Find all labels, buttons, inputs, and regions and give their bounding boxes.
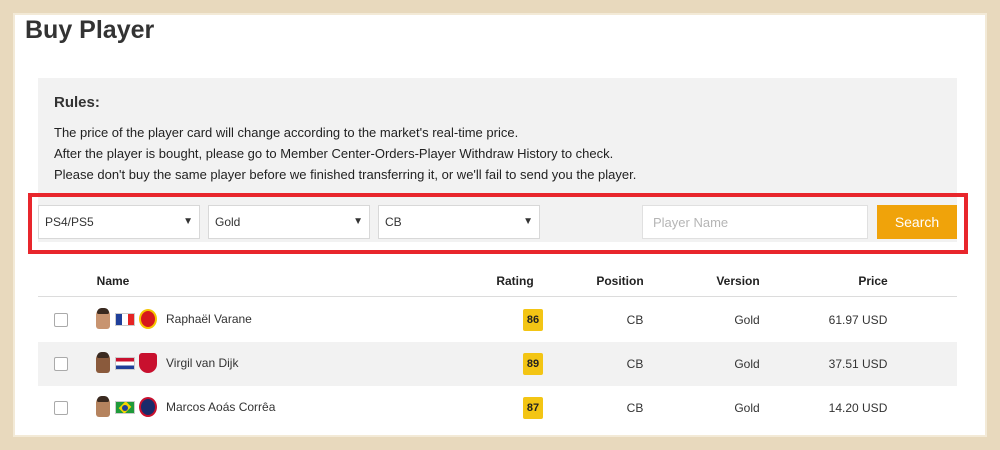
price-cell: 61.97 USD [828, 313, 888, 327]
page-title: Buy Player [25, 16, 155, 44]
rules-line: The price of the player card will change… [54, 125, 519, 140]
column-header-version: Version [716, 274, 760, 288]
rules-line: Please don't buy the same player before … [54, 167, 637, 182]
platform-select[interactable]: PS4/PS5 ▼ [38, 205, 200, 239]
table-row[interactable]: Virgil van Dijk 89 CB Gold 37.51 USD [38, 342, 957, 386]
column-header-rating: Rating [496, 274, 534, 288]
column-header-name: Name [96, 274, 130, 288]
table-row[interactable]: Marcos Aoás Corrêa 87 CB Gold 14.20 USD [38, 386, 957, 430]
position-select-value: CB [385, 215, 402, 229]
psg-crest-icon [139, 397, 157, 417]
position-cell: CB [626, 401, 644, 415]
rules-heading: Rules: [54, 94, 100, 111]
rating-badge: 87 [523, 397, 543, 419]
version-cell: Gold [734, 357, 760, 371]
position-select[interactable]: CB ▼ [378, 205, 540, 239]
row-checkbox[interactable] [54, 313, 68, 327]
chevron-down-icon: ▼ [183, 216, 193, 227]
platform-select-value: PS4/PS5 [45, 215, 94, 229]
version-select-value: Gold [215, 215, 241, 229]
position-cell: CB [626, 357, 644, 371]
netherlands-flag-icon [115, 357, 135, 370]
player-name: Virgil van Dijk [166, 356, 239, 370]
table-header-divider [38, 296, 957, 297]
chevron-down-icon: ▼ [353, 216, 363, 227]
brazil-flag-icon [115, 401, 135, 414]
row-checkbox[interactable] [54, 357, 68, 371]
france-flag-icon [115, 313, 135, 326]
position-cell: CB [626, 313, 644, 327]
version-select[interactable]: Gold ▼ [208, 205, 370, 239]
search-button[interactable]: Search [877, 205, 957, 239]
chevron-down-icon: ▼ [523, 216, 533, 227]
column-header-position: Position [596, 274, 644, 288]
player-face-icon [96, 396, 110, 417]
rules-line: After the player is bought, please go to… [54, 146, 614, 161]
player-face-icon [96, 308, 110, 329]
manchester-united-crest-icon [139, 309, 157, 329]
version-cell: Gold [734, 401, 760, 415]
table-row[interactable]: Raphaël Varane 86 CB Gold 61.97 USD [38, 298, 957, 342]
row-checkbox[interactable] [54, 401, 68, 415]
player-name: Raphaël Varane [166, 312, 252, 326]
rating-badge: 89 [523, 353, 543, 375]
liverpool-crest-icon [139, 353, 157, 373]
column-header-price: Price [858, 274, 888, 288]
player-name: Marcos Aoás Corrêa [166, 400, 276, 414]
player-name-input[interactable] [642, 205, 868, 239]
player-face-icon [96, 352, 110, 373]
version-cell: Gold [734, 313, 760, 327]
rating-badge: 86 [523, 309, 543, 331]
rules-panel: Rules: The price of the player card will… [38, 78, 957, 198]
price-cell: 37.51 USD [828, 357, 888, 371]
price-cell: 14.20 USD [828, 401, 888, 415]
